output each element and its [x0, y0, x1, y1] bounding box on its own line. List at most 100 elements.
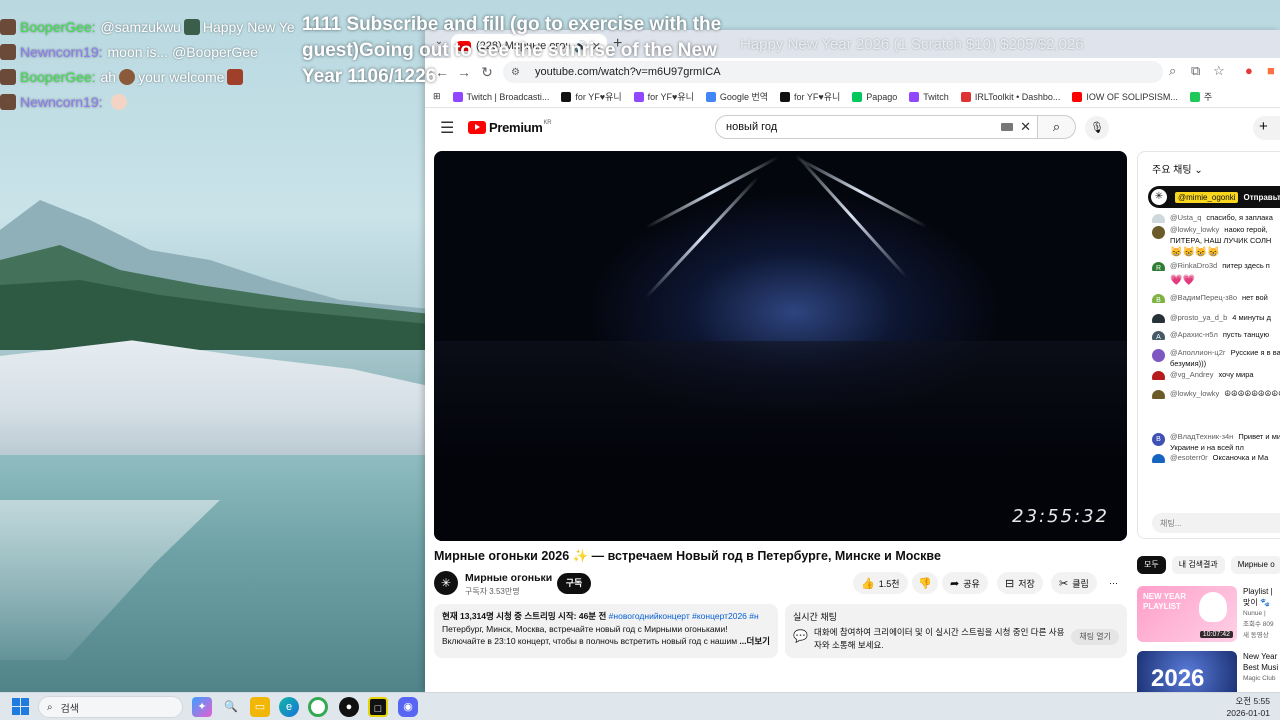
chat-avatar[interactable]	[1152, 226, 1165, 239]
chat-message[interactable]: @lowky_lowky наоко герой, ПИТЕРА, НАШ ЛУЧ…	[1152, 224, 1280, 246]
chat-username[interactable]: @Арахис-н5л	[1170, 330, 1218, 339]
obs-icon[interactable]: ●	[339, 697, 359, 717]
magnifier-app-icon[interactable]: 🔍	[221, 697, 241, 717]
hamburger-menu-icon[interactable]: ☰	[440, 118, 454, 138]
chat-username[interactable]: @lowky_lowky	[1170, 225, 1219, 234]
chat-message[interactable]: B@ВладТехник-з4нПривет и мир на Украине …	[1152, 431, 1280, 453]
dislike-button[interactable]: 👎	[912, 572, 938, 594]
youtube-premium-logo[interactable]: Premium KR	[468, 120, 552, 135]
chat-input[interactable]: 채팅...	[1152, 513, 1280, 533]
show-more-link[interactable]: ...더보기	[739, 636, 770, 646]
copilot-icon[interactable]: ✦	[192, 697, 212, 717]
file-explorer-icon[interactable]: ▭	[250, 697, 270, 717]
save-button[interactable]: ⊟ 저장	[997, 572, 1043, 594]
chat-message[interactable]: @lowky_lowky ☮☮☮☮☮☮☮☮☮☮☮☮☮☮	[1152, 388, 1280, 399]
search-button[interactable]: ⌕	[1038, 115, 1076, 139]
recommended-video[interactable]: NEW YEAR PLAYLIST 10:07:42 Playlist | 맞이…	[1137, 586, 1280, 644]
like-button[interactable]: 👍 1.5천	[853, 572, 908, 594]
more-actions-icon[interactable]: ⋯	[1103, 572, 1124, 594]
chat-username[interactable]: @ВладТехник-з4н	[1170, 432, 1233, 441]
chat-message[interactable]: @prosto_ya_d_b 4 минуты д	[1152, 312, 1280, 323]
chat-avatar[interactable]	[1152, 314, 1165, 323]
share-button[interactable]: ➦ 공유	[942, 572, 988, 594]
chip-all[interactable]: 모두	[1137, 556, 1166, 574]
chat-username[interactable]: @esoterr0r	[1170, 453, 1208, 462]
chat-message[interactable]: @esoterr0r Оксаночка и Ма	[1152, 452, 1280, 463]
edge-icon[interactable]: e	[279, 697, 299, 717]
apps-grid-icon[interactable]: ⊞	[433, 91, 441, 102]
chat-message[interactable]: B @ВадимПерец-з8о нет вой	[1152, 292, 1280, 303]
voice-search-mic-icon[interactable]: 🎙	[1085, 116, 1109, 140]
recommended-video[interactable]: 2026 New Year Best Musi Magic Club	[1137, 651, 1280, 692]
chat-avatar[interactable]	[1152, 454, 1165, 463]
chat-username[interactable]: @vg_Andrey	[1170, 370, 1213, 379]
chrome-icon[interactable]	[308, 697, 328, 717]
channel-name[interactable]: Мирные огоньки	[465, 572, 552, 584]
chat-message[interactable]: 💗💗	[1152, 274, 1280, 288]
create-button[interactable]: +	[1253, 116, 1280, 140]
video-player[interactable]: 23:55:32	[434, 151, 1127, 541]
chat-avatar[interactable]: R	[1152, 262, 1165, 271]
bookmark-star-icon[interactable]: ☆	[1213, 63, 1225, 79]
subscriber-count: 구독자 3.53만명	[465, 587, 520, 596]
chat-message[interactable]: @Аполлион-ц2гРусские я в вашего безумия)…	[1152, 347, 1280, 369]
chat-username[interactable]: @prosto_ya_d_b	[1170, 313, 1227, 322]
bookmark-item[interactable]: IRLToolkit • Dashbo...	[960, 90, 1061, 103]
chat-avatar[interactable]	[1152, 214, 1165, 223]
chat-message[interactable]: @vg_Andrey хочу мира	[1152, 369, 1280, 380]
video-thumbnail[interactable]: NEW YEAR PLAYLIST 10:07:42	[1137, 586, 1237, 642]
bookmark-label: IRLToolkit • Dashbo...	[974, 91, 1061, 102]
chat-avatar[interactable]	[1152, 390, 1165, 399]
chip-channel[interactable]: Мирные о	[1230, 556, 1280, 574]
chat-message[interactable]: R @RinkaDro3d питер здесь п	[1152, 260, 1280, 271]
overlay-chat-text: ah	[100, 68, 117, 85]
chat-avatar[interactable]	[1152, 371, 1165, 380]
open-chat-button[interactable]: 채팅 열기	[1071, 629, 1119, 645]
bookmark-item[interactable]: for YF♥유니	[633, 90, 694, 103]
chat-avatar[interactable]: B	[1152, 433, 1165, 446]
video-description[interactable]: 현재 13,314명 시청 중 스트리밍 시작: 46분 전 #новогодн…	[434, 604, 778, 658]
chat-username[interactable]: @Usta_q	[1170, 213, 1201, 222]
chat-avatar[interactable]: A	[1152, 331, 1165, 340]
chat-message[interactable]: 😸😸😸😸	[1152, 246, 1280, 260]
bookmark-item[interactable]: Twitch | Broadcasti...	[452, 90, 549, 103]
bookmark-favicon-icon	[960, 91, 971, 102]
search-input[interactable]: новый год ✕	[715, 115, 1038, 139]
discord-icon[interactable]: ◉	[398, 697, 418, 717]
chat-avatar[interactable]: B	[1152, 294, 1165, 303]
windows-start-icon[interactable]	[12, 698, 30, 716]
chat-username[interactable]: @ВадимПерец-з8о	[1170, 293, 1237, 302]
chip-my-searches[interactable]: 내 검색결과	[1171, 556, 1225, 574]
chat-message[interactable]: @Usta_q спасибо, я заплака	[1152, 212, 1280, 223]
keyboard-icon[interactable]	[1001, 123, 1013, 131]
taskbar-search[interactable]: ⌕ 검색	[38, 696, 183, 718]
extension-icon[interactable]: ●	[1245, 63, 1253, 78]
description-hashtags[interactable]: #новогоднийконцерт #концерт2026 #н	[609, 611, 759, 621]
extension-icon[interactable]: ■	[1267, 63, 1275, 78]
bookmark-item[interactable]: Papago	[852, 90, 897, 103]
system-clock[interactable]: 오전 5:55 2026-01-01	[1227, 695, 1270, 719]
pinned-message[interactable]: ✳ @mimie_ogonki Отправьте	[1148, 186, 1280, 208]
clear-search-icon[interactable]: ✕	[1020, 119, 1031, 135]
video-thumbnail[interactable]: 2026	[1137, 651, 1237, 692]
chat-username[interactable]: @RinkaDro3d	[1170, 261, 1217, 270]
bookmark-item[interactable]: 주	[1189, 90, 1212, 103]
chat-username[interactable]: @Аполлион-ц2г	[1170, 348, 1226, 357]
subscribe-button[interactable]: 구독	[557, 573, 591, 594]
chat-avatar[interactable]	[1152, 349, 1165, 362]
bookmark-item[interactable]: for YF♥유니	[780, 90, 840, 103]
bookmark-item[interactable]: Google 번역	[705, 90, 768, 103]
bookmark-item[interactable]: Twitch	[909, 90, 949, 103]
bookmark-item[interactable]: IOW OF SOLIPSISM...	[1072, 90, 1178, 103]
chat-message[interactable]: A @Арахис-н5л пусть танцую	[1152, 329, 1280, 340]
clip-button[interactable]: ✂ 클립	[1051, 572, 1097, 594]
chat-mode-dropdown[interactable]: 주요 채팅 ⌄	[1152, 161, 1203, 176]
chat-text: ☮☮☮☮☮☮☮☮☮☮☮☮☮☮	[1224, 389, 1280, 398]
bookmark-item[interactable]: for YF♥유니	[561, 90, 622, 103]
channel-avatar[interactable]: ✳	[434, 571, 458, 595]
cast-icon[interactable]: ⧉	[1191, 63, 1200, 79]
chat-mode-label: 주요 채팅	[1152, 165, 1192, 176]
zoom-icon[interactable]: ⌕	[1169, 63, 1176, 79]
app-icon[interactable]: □	[368, 697, 388, 717]
chat-username[interactable]: @lowky_lowky	[1170, 389, 1219, 398]
